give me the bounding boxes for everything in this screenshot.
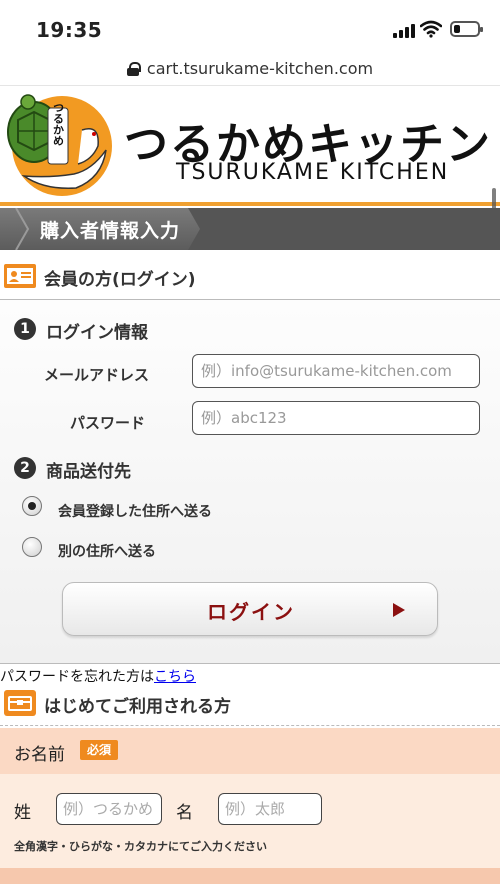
login-button[interactable]: ログイン — [62, 582, 438, 636]
first-name-field[interactable] — [218, 793, 322, 825]
password-label: パスワード — [70, 414, 146, 432]
site-header: つるかめ つるかめキッチン TSURUKAME KITCHEN — [0, 86, 500, 206]
step1-number: 1 — [14, 318, 36, 340]
step2-number: 2 — [14, 457, 36, 479]
address-bar[interactable]: cart.tsurukame-kitchen.com — [0, 56, 500, 86]
forgot-password-label: パスワードを忘れた方は — [0, 669, 154, 685]
status-bar: 19:35 — [0, 0, 500, 56]
status-time: 19:35 — [36, 18, 103, 42]
play-arrow-icon — [393, 603, 405, 617]
radio-other-address-label[interactable]: 別の住所へ送る — [58, 541, 156, 561]
member-section-heading: 会員の方(ログイン) — [44, 270, 196, 290]
first-time-heading: はじめてご利用される方 — [44, 697, 231, 717]
name-label: お名前 — [14, 745, 65, 765]
last-name-field[interactable] — [56, 793, 162, 825]
logo-subtitle: TSURUKAME KITCHEN — [176, 160, 450, 185]
email-label: メールアドレス — [44, 366, 150, 384]
forgot-password-text: パスワードを忘れた方はこちら — [0, 666, 196, 686]
page-title: 購入者情報入力 — [40, 220, 181, 242]
radio-other-address[interactable] — [22, 537, 42, 557]
email-field[interactable] — [192, 354, 480, 388]
member-login-section: 会員の方(ログイン) 1 ログイン情報 メールアドレス パスワード 2 商品送付… — [0, 250, 500, 664]
name-label-row: お名前 必須 — [0, 728, 500, 774]
next-row-edge — [0, 868, 500, 884]
name-input-hint: 全角漢字・ひらがな・カタカナにてご入力ください — [14, 840, 267, 853]
last-name-label: 姓 — [14, 803, 31, 823]
battery-level — [454, 25, 460, 33]
battery-icon — [450, 21, 483, 37]
lock-icon — [126, 62, 141, 76]
member-card-icon — [4, 264, 36, 288]
password-field[interactable] — [192, 401, 480, 435]
header-divider — [0, 202, 500, 206]
first-name-label: 名 — [176, 803, 193, 823]
step1-label: ログイン情報 — [46, 323, 148, 343]
chevron-right-icon — [15, 208, 30, 250]
tsurukame-logo-icon[interactable]: つるかめ — [4, 90, 114, 200]
page-title-banner: 購入者情報入力 — [0, 208, 500, 250]
step2-label: 商品送付先 — [46, 462, 131, 482]
required-badge: 必須 — [80, 740, 119, 760]
forgot-password-link[interactable]: こちら — [154, 669, 196, 685]
logo-badge-text: つるかめ — [52, 102, 65, 146]
member-section-header: 会員の方(ログイン) — [0, 250, 500, 300]
url-text: cart.tsurukame-kitchen.com — [146, 59, 374, 78]
wifi-icon — [420, 20, 442, 38]
signal-icon — [393, 22, 415, 38]
first-time-section-header: はじめてご利用される方 — [0, 686, 500, 726]
login-button-label: ログイン — [207, 600, 295, 624]
radio-registered-address-label[interactable]: 会員登録した住所へ送る — [58, 501, 212, 521]
box-icon — [4, 690, 36, 716]
radio-registered-address[interactable] — [22, 496, 42, 516]
